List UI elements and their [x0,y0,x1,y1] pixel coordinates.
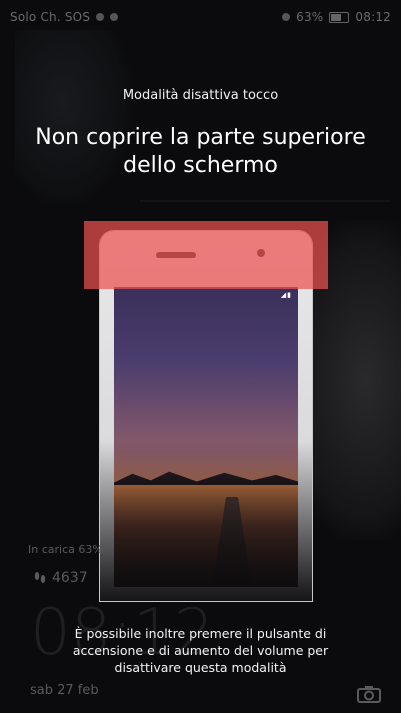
lock-date: sab 27 feb [30,683,99,698]
mode-title: Modalità disattiva tocco [122,88,279,103]
charging-status: In carica 63% [28,543,103,556]
vibrate-icon [282,13,291,21]
headline: Non coprire la parte superiore dello sch… [35,125,366,178]
phone-fade [100,441,312,601]
status-bar: Solo Ch. SOS 63% 08:12 [10,6,391,28]
sensor-zone-highlight [84,221,328,289]
battery-icon [329,11,350,23]
wallpaper-leaf [15,30,135,210]
step-counter: 4637 [34,570,88,586]
footsteps-icon [34,572,46,583]
app-notification-icon [110,13,119,21]
step-count: 4637 [52,570,88,586]
carrier-label: Solo Ch. SOS [10,10,91,24]
battery-percent: 63% [296,10,324,24]
mini-status-icon: ◢▮ [280,291,292,299]
camera-icon[interactable] [357,685,381,703]
status-time: 08:12 [355,10,391,24]
disable-tip: È possibile inoltre premere il pulsante … [72,626,329,675]
notification-icon [96,13,105,21]
